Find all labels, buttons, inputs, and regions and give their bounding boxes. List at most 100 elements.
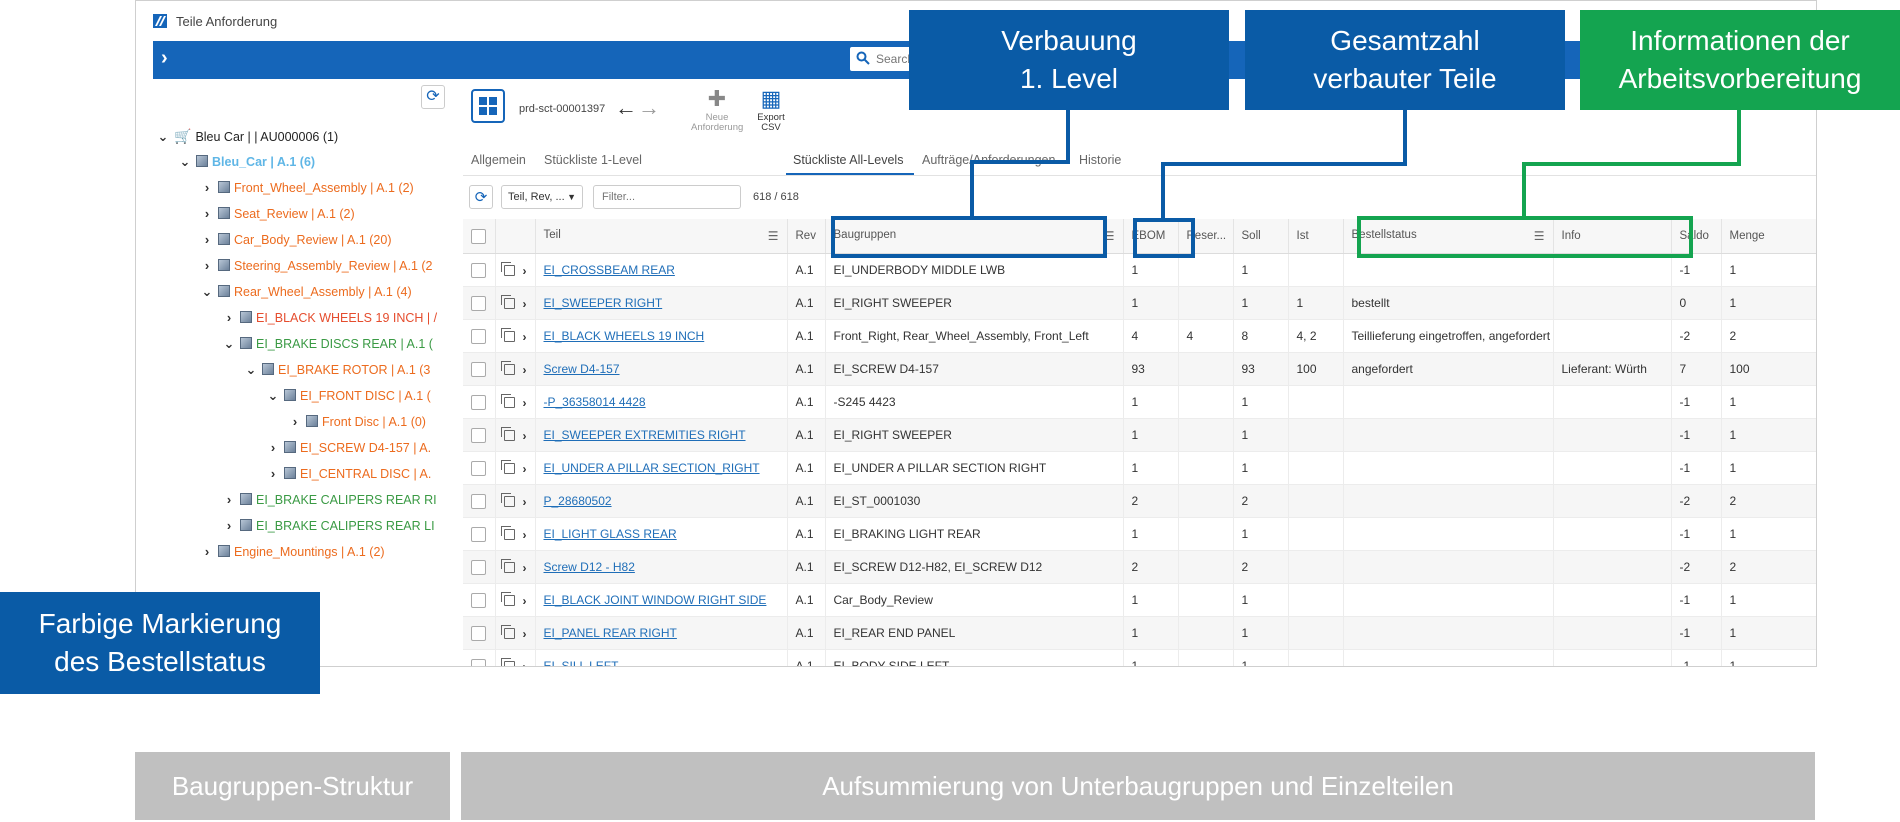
tree-node[interactable]: › EI_CENTRAL DISC | A.: [266, 463, 431, 485]
tree-node[interactable]: › Seat_Review | A.1 (2): [200, 203, 355, 225]
copy-icon[interactable]: [500, 558, 515, 573]
row-checkbox[interactable]: [471, 295, 486, 311]
row-checkbox[interactable]: [471, 625, 486, 641]
tree-node-label[interactable]: EI_SCREW D4-157 | A.: [300, 441, 431, 455]
table-row[interactable]: › EI_PANEL REAR RIGHT A.1 EI_REAR END PANEL…: [463, 616, 1816, 650]
tree-refresh-button[interactable]: ⟳: [421, 85, 445, 109]
expand-chevron-icon[interactable]: ›: [523, 593, 527, 607]
expand-chevron-icon[interactable]: ›: [523, 296, 527, 310]
collapse-chevron-icon[interactable]: ⌄: [178, 151, 192, 173]
tree-node-label[interactable]: EI_BRAKE CALIPERS REAR LI: [256, 519, 435, 533]
part-link[interactable]: EI_BLACK WHEELS 19 INCH: [544, 329, 705, 343]
expand-chevron-icon[interactable]: ›: [523, 659, 527, 666]
row-checkbox[interactable]: [471, 328, 486, 344]
tree-node[interactable]: ⌄ EI_BRAKE DISCS REAR | A.1 (: [222, 333, 433, 355]
col-header-soll[interactable]: Soll: [1233, 219, 1289, 254]
tree-node[interactable]: › Car_Body_Review | A.1 (20): [200, 229, 392, 251]
copy-icon[interactable]: [500, 360, 515, 375]
copy-icon[interactable]: [500, 657, 515, 666]
tree-node-label[interactable]: EI_BRAKE CALIPERS REAR RI: [256, 493, 437, 507]
expand-chevron-icon[interactable]: ›: [200, 203, 214, 225]
col-header-rev[interactable]: Rev: [787, 219, 826, 254]
copy-icon[interactable]: [500, 525, 515, 540]
col-header-menge[interactable]: Menge: [1721, 219, 1816, 254]
tree-node-label[interactable]: EI_BRAKE DISCS REAR | A.1 (: [256, 337, 433, 351]
part-link[interactable]: Screw D4-157: [544, 362, 620, 376]
table-row[interactable]: › EI_SWEEPER EXTREMITIES RIGHT A.1 EI_RIGHT…: [463, 418, 1816, 452]
expand-chevron-icon[interactable]: ›: [200, 177, 214, 199]
part-link[interactable]: Screw D12 - H82: [544, 560, 635, 574]
row-checkbox[interactable]: [471, 361, 486, 377]
copy-icon[interactable]: [500, 327, 515, 342]
col-header-ist[interactable]: Ist: [1288, 219, 1344, 254]
expand-chevron-icon[interactable]: ›: [523, 461, 527, 475]
tree-node-label[interactable]: Seat_Review | A.1 (2): [234, 207, 355, 221]
copy-icon[interactable]: [500, 261, 515, 276]
part-link[interactable]: EI_PANEL REAR RIGHT: [544, 626, 677, 640]
tree-node[interactable]: › EI_BLACK WHEELS 19 INCH | /: [222, 307, 437, 329]
expand-chevron-icon[interactable]: ›: [523, 560, 527, 574]
expand-chevron-icon[interactable]: ›: [200, 541, 214, 563]
expand-chevron-icon[interactable]: ›: [523, 362, 527, 376]
table-row[interactable]: › EI_LIGHT GLASS REAR A.1 EI_BRAKING LIGHT …: [463, 517, 1816, 551]
tree-node-label[interactable]: Front Disc | A.1 (0): [322, 415, 426, 429]
tree-node[interactable]: › Front Disc | A.1 (0): [288, 411, 426, 433]
tree-node-label[interactable]: EI_BRAKE ROTOR | A.1 (3: [278, 363, 430, 377]
tree-node-label[interactable]: EI_BLACK WHEELS 19 INCH | /: [256, 311, 437, 325]
tree-node[interactable]: ⌄ EI_FRONT DISC | A.1 (: [266, 385, 431, 407]
column-select[interactable]: Teil, Rev, ... ▼: [501, 185, 583, 209]
expand-chevron-icon[interactable]: ›: [523, 428, 527, 442]
forward-arrow-icon[interactable]: →: [638, 95, 660, 121]
table-row[interactable]: ›EI_SILL LEFTA.1EI_BODY SIDE LEFT11-11: [463, 649, 1816, 666]
row-checkbox[interactable]: [471, 394, 486, 410]
tree-node[interactable]: ⌄ Rear_Wheel_Assembly | A.1 (4): [200, 281, 412, 303]
row-checkbox[interactable]: [471, 592, 486, 608]
tab-stueckliste-1-level[interactable]: Stückliste 1-Level: [544, 153, 642, 167]
tree-node-label[interactable]: EI_FRONT DISC | A.1 (: [300, 389, 431, 403]
filter-input[interactable]: [600, 190, 734, 204]
back-arrow-icon[interactable]: ←: [615, 95, 637, 121]
tree-node-label[interactable]: Steering_Assembly_Review | A.1 (2: [234, 259, 432, 273]
tree-node-label[interactable]: Engine_Mountings | A.1 (2): [234, 545, 385, 559]
part-link[interactable]: -P_36358014 4428: [544, 395, 646, 409]
tree-node[interactable]: ⌄ Bleu_Car | A.1 (6): [178, 151, 316, 173]
copy-icon[interactable]: [500, 393, 515, 408]
table-row[interactable]: › P_28680502 A.1 EI_ST_0001030 2 2 -2 2: [463, 484, 1816, 518]
row-checkbox[interactable]: [471, 262, 486, 278]
row-checkbox[interactable]: [471, 493, 486, 509]
table-row[interactable]: › -P_36358014 4428 A.1 -S245 4423 1 1 -1 1: [463, 385, 1816, 419]
refresh-icon[interactable]: ⟳: [469, 185, 493, 209]
tab-stueckliste-all-levels[interactable]: Stückliste All-Levels: [793, 153, 903, 167]
tree-node[interactable]: ⌄ EI_BRAKE ROTOR | A.1 (3: [244, 359, 431, 381]
table-row[interactable]: › EI_CROSSBEAM REAR A.1 EI_UNDERBODY MIDDLE…: [463, 253, 1816, 287]
expand-chevron-icon[interactable]: ›: [222, 307, 236, 329]
expand-chevron-icon[interactable]: ›: [288, 411, 302, 433]
expand-chevron-icon[interactable]: ›: [222, 515, 236, 537]
collapse-chevron-icon[interactable]: ⌄: [156, 126, 170, 148]
collapse-chevron-icon[interactable]: ⌄: [222, 333, 236, 355]
tab-historie[interactable]: Historie: [1079, 153, 1121, 167]
expand-chevron-icon[interactable]: ›: [523, 626, 527, 640]
expand-chevron-icon[interactable]: ›: [523, 263, 527, 277]
table-row[interactable]: › EI_BLACK WHEELS 19 INCH A.1 Front_Right, …: [463, 319, 1816, 353]
expand-chevron-icon[interactable]: ›: [200, 255, 214, 277]
part-link[interactable]: EI_SWEEPER EXTREMITIES RIGHT: [544, 428, 746, 442]
copy-icon[interactable]: [500, 426, 515, 441]
select-all-checkbox[interactable]: [471, 228, 486, 244]
export-csv-button[interactable]: ▦ Export CSV: [753, 87, 789, 133]
table-row[interactable]: › Screw D12 - H82 A.1 EI_SCREW D12-H82, EI_…: [463, 550, 1816, 584]
part-link[interactable]: EI_BLACK JOINT WINDOW RIGHT SIDE: [544, 593, 767, 607]
part-link[interactable]: EI_SWEEPER RIGHT: [544, 296, 663, 310]
part-link[interactable]: P_28680502: [544, 494, 612, 508]
part-link[interactable]: EI_LIGHT GLASS REAR: [544, 527, 677, 541]
collapse-chevron-icon[interactable]: ⌄: [244, 359, 258, 381]
tree-node-label[interactable]: Bleu_Car | A.1 (6): [212, 155, 315, 169]
tree-node[interactable]: › EI_SCREW D4-157 | A.: [266, 437, 431, 459]
copy-icon[interactable]: [500, 591, 515, 606]
part-link[interactable]: EI_SILL LEFT: [544, 659, 619, 666]
tree-node[interactable]: › EI_BRAKE CALIPERS REAR RI: [222, 489, 437, 511]
expand-chevron-icon[interactable]: ›: [523, 527, 527, 541]
expand-chevron-icon[interactable]: ›: [200, 229, 214, 251]
expand-chevron-icon[interactable]: ›: [161, 47, 168, 70]
table-row[interactable]: › Screw D4-157 A.1 EI_SCREW D4-157 93 93 100 an…: [463, 352, 1816, 386]
